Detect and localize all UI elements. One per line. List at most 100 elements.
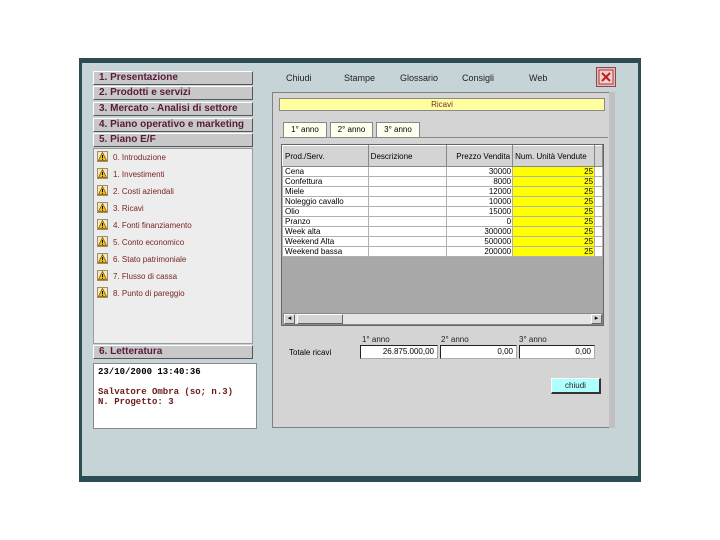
cell-prod[interactable]: Weekend Alta [282,236,369,247]
cell-prod[interactable]: Cena [282,166,369,177]
cell-price[interactable]: 500000 [446,236,514,247]
cell-price[interactable]: 300000 [446,226,514,237]
section-piano-ef[interactable]: 5. Piano E/F [93,133,253,147]
col-prezzo-vendita[interactable]: Prezzo Vendita [446,145,514,167]
cell-price[interactable]: 15000 [446,206,514,217]
subitem-flusso-di-cassa[interactable]: 7. Flusso di cassa [97,270,251,284]
totale-ricavi-year-3: 0,00 [519,345,595,359]
cell-desc[interactable] [367,206,448,217]
session-user: Salvatore Ombra (so; n.3) [98,387,234,397]
cell-prod[interactable]: Week alta [282,226,369,237]
table-row[interactable]: Miele 12000 25 [282,186,603,197]
tab-anno-1[interactable]: 1° anno [283,122,327,138]
warning-icon [97,185,108,197]
cell-prod[interactable]: Weekend bassa [282,246,369,257]
cell-units[interactable]: 25 [512,176,596,187]
cell-desc[interactable] [367,246,448,257]
table-row[interactable]: Confettura 8000 25 [282,176,603,187]
warning-icon [97,202,108,214]
menu-glossario[interactable]: Glossario [400,73,438,83]
cell-desc[interactable] [367,176,448,187]
subitem-label: 3. Ricavi [113,204,144,213]
cell-desc[interactable] [367,216,448,227]
cell-units[interactable]: 25 [512,166,596,177]
col-num-unita[interactable]: Num. Unità Vendute [512,145,596,167]
cell-price[interactable]: 30000 [446,166,514,177]
cell-prod[interactable]: Miele [282,186,369,197]
cell-prod[interactable]: Pranzo [282,216,369,227]
horizontal-scrollbar[interactable]: ◂ ▸ [283,313,603,325]
cell-price[interactable]: 12000 [446,186,514,197]
cell-units[interactable]: 25 [512,236,596,247]
subitem-ricavi[interactable]: 3. Ricavi [97,202,251,216]
cell-units[interactable]: 25 [512,226,596,237]
close-window-button[interactable] [596,67,616,87]
table-row[interactable]: Week alta 300000 25 [282,226,603,237]
cell-units[interactable]: 25 [512,186,596,197]
section-mercato[interactable]: 3. Mercato - Analisi di settore [93,102,253,116]
close-icon [598,69,614,85]
section-piano-operativo[interactable]: 4. Piano operativo e marketing [93,118,253,132]
section-prodotti-servizi[interactable]: 2. Prodotti e servizi [93,86,253,100]
menu-chiudi[interactable]: Chiudi [286,73,312,83]
table-row[interactable]: Cena 30000 25 [282,166,603,177]
warning-icon [97,270,108,282]
menu-web[interactable]: Web [529,73,547,83]
cell-price[interactable]: 200000 [446,246,514,257]
subitem-label: 4. Fonti finanziamento [113,221,192,230]
scroll-thumb[interactable] [297,314,343,324]
col-descrizione[interactable]: Descrizione [367,145,448,167]
vertical-scrollbar[interactable] [609,92,615,428]
cell-prod[interactable]: Confettura [282,176,369,187]
subitem-stato-patrimoniale[interactable]: 6. Stato patrimoniale [97,253,251,267]
cell-extra [594,186,603,197]
cell-price[interactable]: 0 [446,216,514,227]
cell-desc[interactable] [367,166,448,177]
cell-extra [594,216,603,227]
scroll-right-icon[interactable]: ▸ [591,314,602,324]
subitem-costi-aziendali[interactable]: 2. Costi aziendali [97,185,251,199]
chiudi-button[interactable]: chiudi [551,378,601,394]
table-header-row: Prod./Serv. Descrizione Prezzo Vendita N… [282,145,603,167]
subitem-punto-di-pareggio[interactable]: 8. Punto di pareggio [97,287,251,301]
cell-prod[interactable]: Noleggio cavallo [282,196,369,207]
table-row[interactable]: Pranzo 0 25 [282,216,603,227]
cell-desc[interactable] [367,226,448,237]
table-row[interactable]: Olio 15000 25 [282,206,603,217]
scroll-left-icon[interactable]: ◂ [284,314,295,324]
cell-units[interactable]: 25 [512,196,596,207]
cell-desc[interactable] [367,236,448,247]
cell-extra [594,206,603,217]
top-menu: Chiudi Stampe Glossario Consigli Web [270,68,622,88]
subitem-introduzione[interactable]: 0. Introduzione [97,151,251,165]
cell-units[interactable]: 25 [512,246,596,257]
ricavi-table: Prod./Serv. Descrizione Prezzo Vendita N… [281,144,604,326]
subitem-label: 5. Conto economico [113,238,185,247]
tab-anno-3[interactable]: 3° anno [376,122,420,137]
table-row[interactable]: Weekend bassa 200000 25 [282,246,603,257]
section-presentazione[interactable]: 1. Presentazione [93,71,253,85]
tab-anno-2[interactable]: 2° anno [330,122,373,137]
cell-price[interactable]: 8000 [446,176,514,187]
cell-desc[interactable] [367,186,448,197]
subitem-conto-economico[interactable]: 5. Conto economico [97,236,251,250]
cell-desc[interactable] [367,196,448,207]
subitem-label: 7. Flusso di cassa [113,272,178,281]
subitem-fonti-finanziamento[interactable]: 4. Fonti finanziamento [97,219,251,233]
cell-units[interactable]: 25 [512,216,596,227]
subitem-investimenti[interactable]: 1. Investimenti [97,168,251,182]
session-datetime: 23/10/2000 13:40:36 [98,367,201,377]
table-row[interactable]: Noleggio cavallo 10000 25 [282,196,603,207]
subitem-label: 6. Stato patrimoniale [113,255,187,264]
menu-stampe[interactable]: Stampe [344,73,375,83]
cell-units[interactable]: 25 [512,206,596,217]
cell-extra [594,226,603,237]
cell-extra [594,246,603,257]
tab-divider [280,137,608,138]
cell-price[interactable]: 10000 [446,196,514,207]
table-row[interactable]: Weekend Alta 500000 25 [282,236,603,247]
section-letteratura[interactable]: 6. Letteratura [93,345,253,359]
menu-consigli[interactable]: Consigli [462,73,494,83]
col-prod-serv[interactable]: Prod./Serv. [282,145,369,167]
cell-prod[interactable]: Olio [282,206,369,217]
